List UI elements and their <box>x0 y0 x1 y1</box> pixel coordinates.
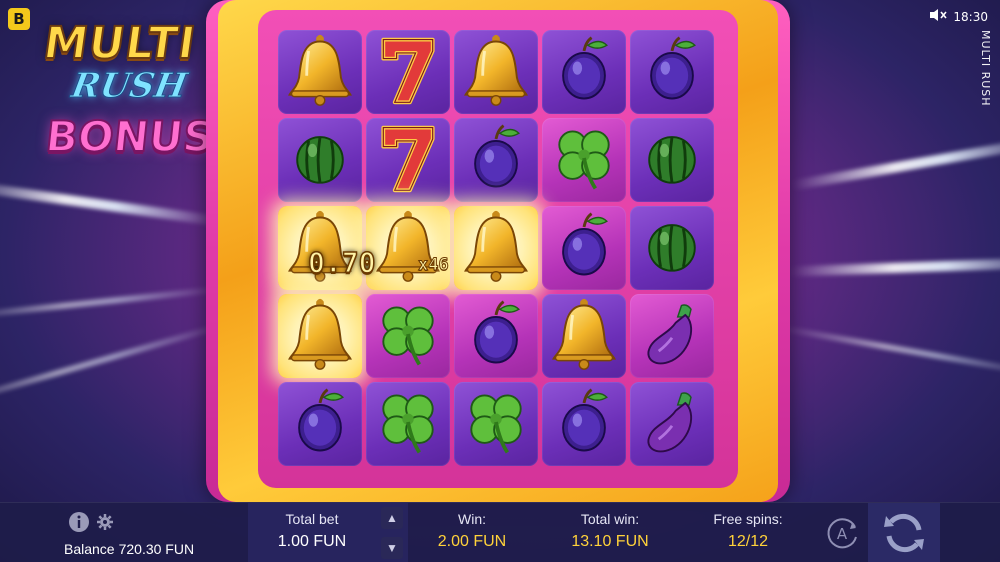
reel-cell-r4-c4 <box>542 294 626 378</box>
speaker-muted-icon[interactable] <box>929 8 948 25</box>
bell-icon <box>282 32 358 112</box>
reel-cell-r2-c1 <box>278 118 362 202</box>
bet-stepper: ▲ ▼ <box>376 503 408 562</box>
reel-cell-r3-c5 <box>630 206 714 290</box>
free-spins-group: Free spins: 12/12 <box>698 511 798 551</box>
game-name-vertical: MULTI RUSH <box>979 30 992 107</box>
eggplant-icon <box>634 296 710 376</box>
clover-icon <box>458 384 534 464</box>
brand-badge[interactable]: B <box>8 8 30 30</box>
reel-cell-r4-c5 <box>630 294 714 378</box>
win-label: Win: <box>458 511 486 527</box>
triangle-down-icon: ▼ <box>386 541 398 555</box>
plum-icon <box>458 120 534 200</box>
reel-cell-r5-c3 <box>454 382 538 466</box>
total-bet-label: Total bet <box>285 511 339 527</box>
bell-icon <box>370 208 446 288</box>
info-icon[interactable] <box>68 511 90 538</box>
light-beam <box>0 286 220 320</box>
total-win-group: Total win: 13.10 FUN <box>560 511 660 551</box>
plum-icon <box>546 384 622 464</box>
eggplant-icon <box>634 384 710 464</box>
light-beam <box>0 179 220 227</box>
total-win-label: Total win: <box>580 511 640 527</box>
plum-icon <box>546 208 622 288</box>
total-bet-group: Total bet 1.00 FUN <box>262 511 362 551</box>
bell-icon <box>546 296 622 376</box>
reel-cell-r1-c1 <box>278 30 362 114</box>
clock-time: 18:30 <box>953 9 988 24</box>
reel-cell-r2-c2 <box>366 118 450 202</box>
balance-value: 720.30 FUN <box>118 541 195 557</box>
reel-cell-r5-c5 <box>630 382 714 466</box>
light-beam <box>789 257 1000 277</box>
watermelon-icon <box>634 208 710 288</box>
win-value: 2.00 FUN <box>437 533 507 550</box>
reel-cell-r3-c2 <box>366 206 450 290</box>
seven-icon <box>370 32 446 112</box>
reel-cell-r4-c3 <box>454 294 538 378</box>
reel-cell-r4-c1 <box>278 294 362 378</box>
watermelon-icon <box>282 120 358 200</box>
reel-cell-r3-c4 <box>542 206 626 290</box>
light-beam <box>781 325 1000 377</box>
gear-icon[interactable] <box>96 513 114 536</box>
balance-display: Balance 720.30 FUN <box>64 541 198 557</box>
clover-icon <box>370 384 446 464</box>
reel-cell-r1-c4 <box>542 30 626 114</box>
clover-icon <box>546 120 622 200</box>
free-spins-label: Free spins: <box>713 511 783 527</box>
reel-cell-r2-c4 <box>542 118 626 202</box>
reel-cell-r1-c5 <box>630 30 714 114</box>
reel-cell-r2-c5 <box>630 118 714 202</box>
plum-icon <box>546 32 622 112</box>
logo-multi: MULTI <box>39 17 200 70</box>
light-beam <box>791 135 1000 191</box>
autoplay-icon: A <box>827 518 857 549</box>
logo-bonus: BONUS <box>42 111 216 162</box>
clover-icon <box>370 296 446 376</box>
reel-cell-r3-c3 <box>454 206 538 290</box>
seven-icon <box>370 120 446 200</box>
logo-rush: RUSH <box>68 66 191 107</box>
reel-cell-r1-c2 <box>366 30 450 114</box>
game-stage: B MULTI RUSH BONUS 18:30 MULTI RUSH 0.70… <box>0 0 1000 562</box>
reel-cell-r5-c2 <box>366 382 450 466</box>
free-spins-value: 12/12 <box>727 533 769 550</box>
info-settings-group <box>68 511 114 538</box>
status-area: 18:30 <box>929 8 988 25</box>
win-amount-overlay: 0.70 <box>307 245 376 280</box>
reel-cell-r5-c4 <box>542 382 626 466</box>
triangle-up-icon: ▲ <box>386 511 398 525</box>
light-beam <box>0 322 226 408</box>
plum-icon <box>634 32 710 112</box>
reel-cell-r4-c2 <box>366 294 450 378</box>
autoplay-button[interactable]: A <box>818 505 866 561</box>
spin-button[interactable] <box>868 503 940 562</box>
reel-cell-r1-c3 <box>454 30 538 114</box>
bell-icon <box>458 32 534 112</box>
balance-label: Balance <box>64 541 115 557</box>
watermelon-icon <box>634 120 710 200</box>
total-win-value: 13.10 FUN <box>571 533 649 550</box>
reel-cell-r5-c1 <box>278 382 362 466</box>
plum-icon <box>458 296 534 376</box>
plum-icon <box>282 384 358 464</box>
reel-cell-r2-c3 <box>454 118 538 202</box>
bet-increase-button[interactable]: ▲ <box>381 507 403 529</box>
svg-text:A: A <box>837 525 848 543</box>
bottom-bar: Balance 720.30 FUN Total bet 1.00 FUN ▲ ▼… <box>0 502 1000 562</box>
total-bet-value: 1.00 FUN <box>277 533 347 550</box>
bell-icon <box>282 296 358 376</box>
spin-arrows-icon <box>884 513 924 553</box>
bet-decrease-button[interactable]: ▼ <box>381 537 403 559</box>
win-group: Win: 2.00 FUN <box>422 511 522 551</box>
bell-icon <box>458 208 534 288</box>
win-multiplier-overlay: x46 <box>418 255 450 276</box>
